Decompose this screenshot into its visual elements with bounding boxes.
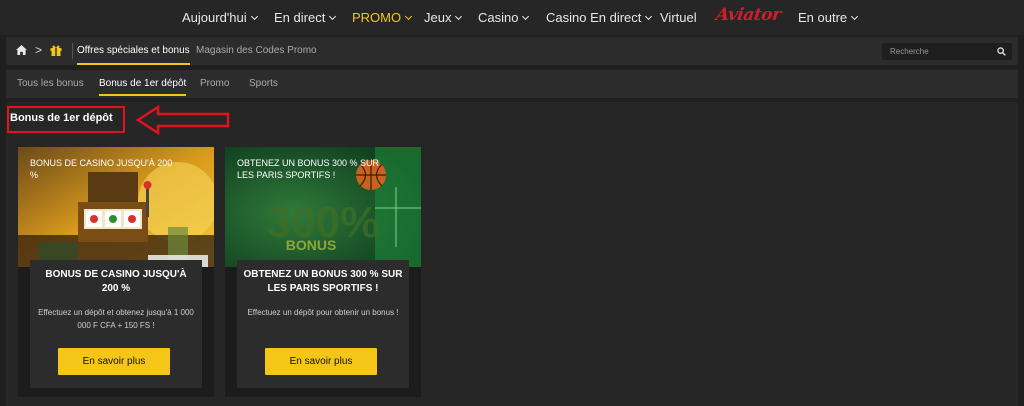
search-input[interactable] [890, 43, 990, 60]
casino-banner-image[interactable]: BONUS DE CASINO JUSQU'À 200 % [18, 147, 214, 267]
aviator-logo[interactable]: Aviator [715, 5, 782, 25]
nav-item-casino[interactable]: Casino [478, 0, 530, 35]
card-description: Effectuez un dépôt et obtenez jusqu'à 1 … [38, 308, 194, 330]
bonus-card-casino: BONUS DE CASINO JUSQU'À 200 % BONUS DE C… [18, 147, 214, 397]
card-title: OBTENEZ UN BONUS 300 % SUR LES PARIS SPO… [243, 269, 403, 294]
search-icon[interactable] [997, 47, 1006, 56]
breadcrumb-promo-code-store[interactable]: Magasin des Codes Promo [196, 37, 317, 65]
chevron-down-icon [329, 12, 337, 21]
chevron-down-icon [645, 12, 653, 21]
chevron-down-icon [522, 12, 530, 21]
home-icon[interactable] [16, 45, 27, 55]
card-body: OBTENEZ UN BONUS 300 % SUR LES PARIS SPO… [237, 260, 409, 388]
nav-item-promo[interactable]: PROMO [352, 0, 413, 35]
bonus-tabs: Tous les bonus Bonus de 1er dépôt Promo … [6, 70, 1018, 98]
card-description: Effectuez un dépôt pour obtenir un bonus… [247, 308, 399, 317]
tab-first-deposit-bonus[interactable]: Bonus de 1er dépôt [99, 70, 187, 98]
card-body: BONUS DE CASINO JUSQU'À 200 % Effectuez … [30, 260, 202, 388]
gift-icon[interactable] [50, 44, 62, 56]
chevron-down-icon [851, 12, 859, 21]
card-title: BONUS DE CASINO JUSQU'À 200 % [45, 269, 187, 294]
breadcrumb: > Offres spéciales et bonus Magasin des … [6, 37, 1018, 65]
nav-item-games[interactable]: Jeux [424, 0, 463, 35]
tab-all-bonuses[interactable]: Tous les bonus [17, 70, 84, 98]
casino-banner-text: BONUS DE CASINO JUSQU'À 200 % [30, 158, 173, 180]
tab-promo[interactable]: Promo [200, 70, 229, 98]
learn-more-button[interactable]: En savoir plus [58, 348, 170, 375]
top-navigation: Aujourd'hui En direct PROMO Jeux Casino … [0, 0, 1024, 35]
bonus-card-sports: 300% BONUS OBTENEZ UN BONUS 300 % SUR LE… [225, 147, 421, 397]
nav-item-live-casino[interactable]: Casino En direct [546, 0, 653, 35]
sports-banner-image[interactable]: 300% BONUS OBTENEZ UN BONUS 300 % SUR LE… [225, 147, 421, 267]
highlight-annotation-box [7, 106, 125, 133]
sports-banner-text: OBTENEZ UN BONUS 300 % SUR LES PARIS SPO… [237, 158, 380, 180]
banner-small-text: BONUS [286, 237, 337, 253]
arrow-left-annotation-icon [135, 104, 230, 136]
nav-item-virtual[interactable]: Virtuel [660, 0, 697, 35]
breadcrumb-separator: > [35, 43, 43, 57]
breadcrumb-divider [72, 43, 73, 59]
chevron-down-icon [455, 12, 463, 21]
tab-sports[interactable]: Sports [249, 70, 278, 98]
nav-item-live[interactable]: En direct [274, 0, 337, 35]
breadcrumb-special-offers[interactable]: Offres spéciales et bonus [77, 37, 190, 65]
nav-item-today[interactable]: Aujourd'hui [182, 0, 258, 35]
chevron-down-icon [250, 12, 258, 21]
chevron-down-icon [405, 12, 413, 21]
learn-more-button[interactable]: En savoir plus [265, 348, 377, 375]
nav-item-more[interactable]: En outre [798, 0, 859, 35]
search-box [882, 43, 1012, 60]
